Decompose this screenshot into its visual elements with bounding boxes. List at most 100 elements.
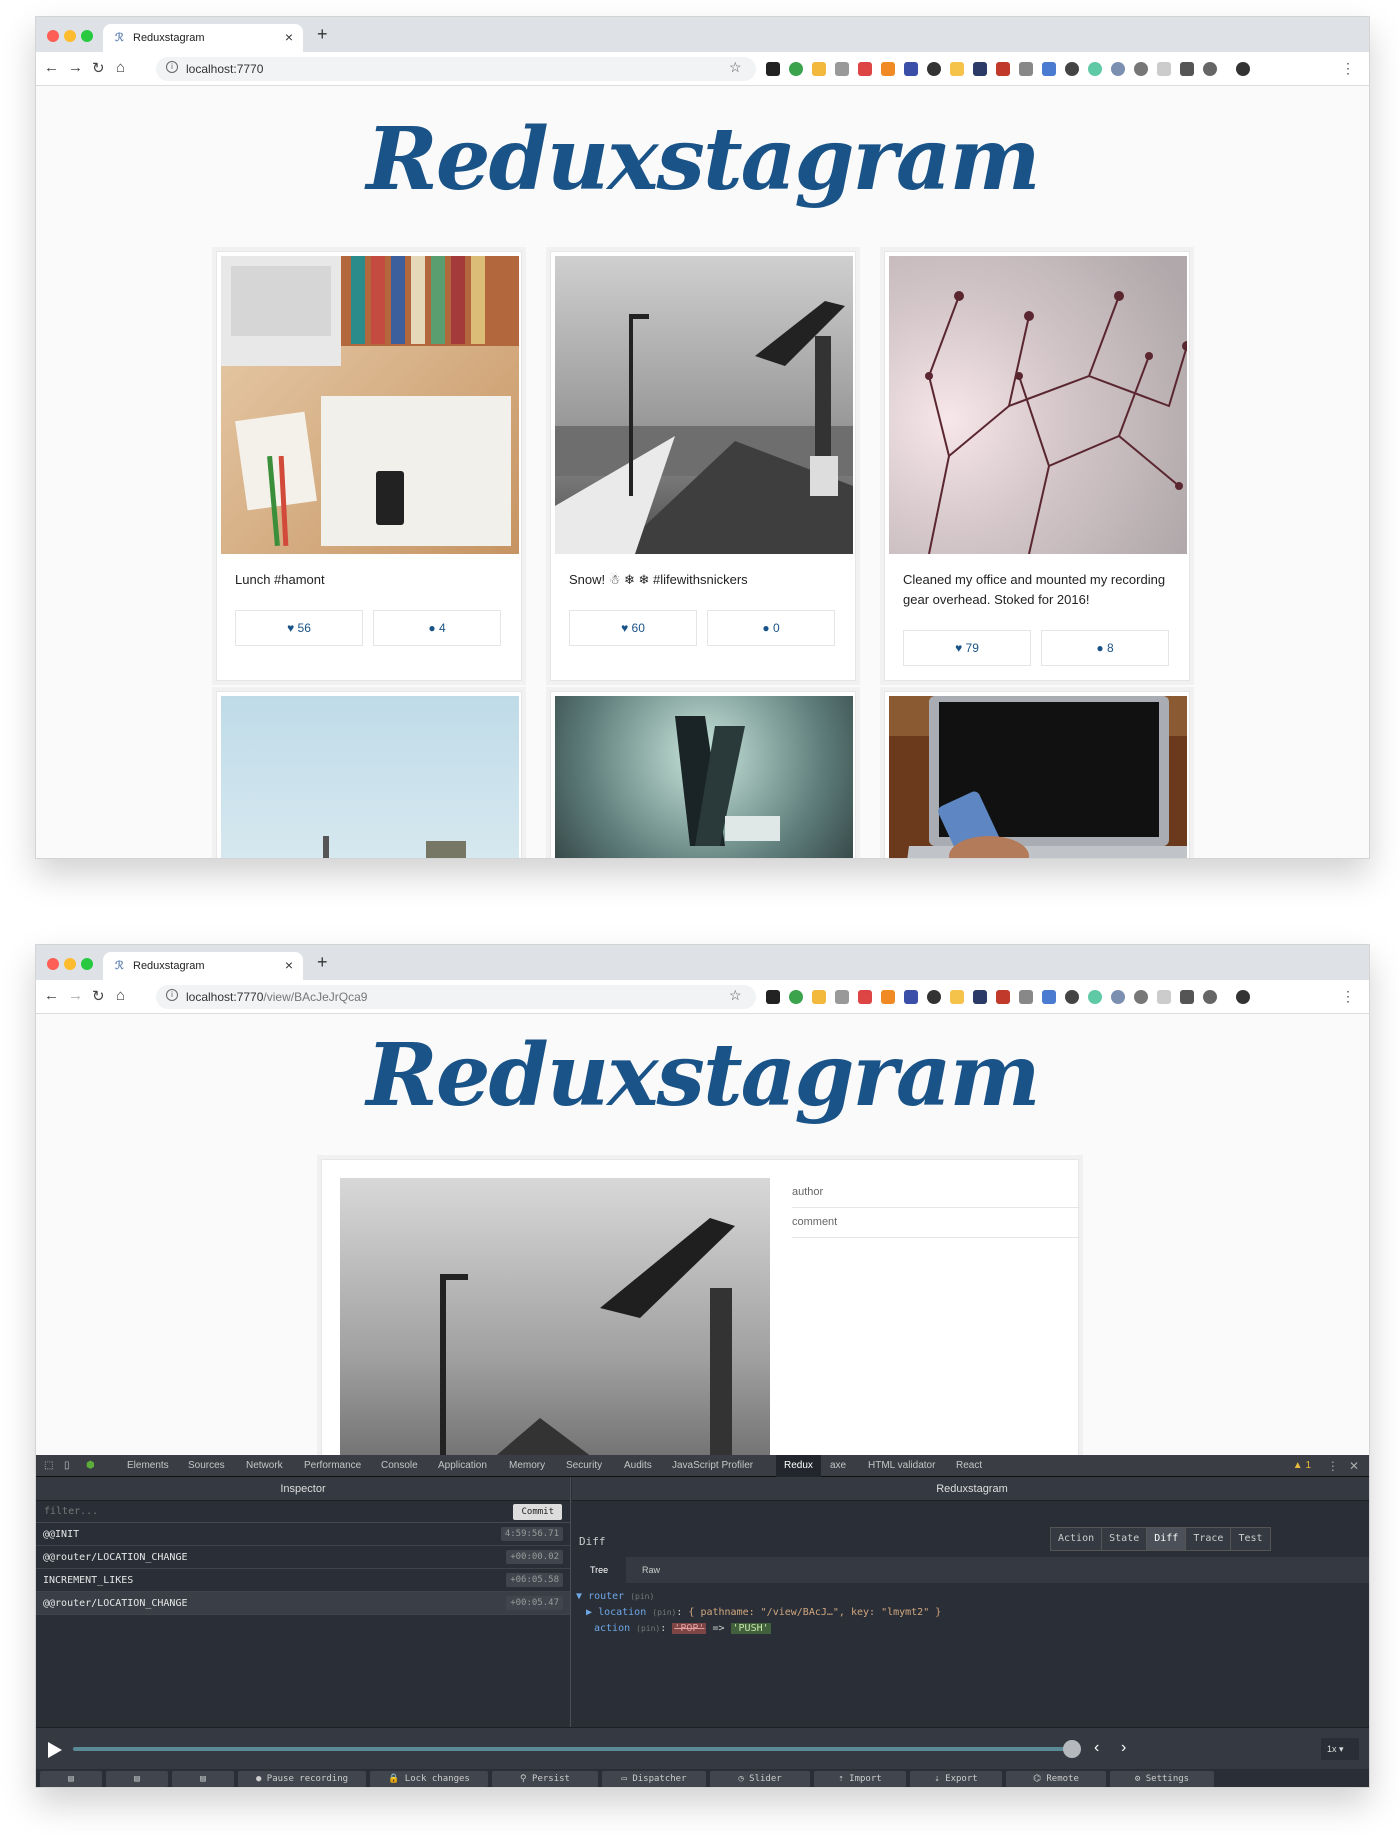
like-button[interactable]: ♥ 60 <box>569 610 697 646</box>
zoom-window-button[interactable] <box>81 958 93 970</box>
extension-icon[interactable] <box>1157 62 1171 76</box>
step-forward-icon[interactable]: › <box>1121 1739 1126 1757</box>
play-icon[interactable] <box>48 1742 62 1758</box>
tab-axe[interactable]: axe <box>830 1460 846 1471</box>
extension-icon[interactable] <box>1019 62 1033 76</box>
close-window-button[interactable] <box>47 958 59 970</box>
slider-handle[interactable] <box>1063 1740 1081 1758</box>
tab-html-validator[interactable]: HTML validator <box>868 1460 935 1471</box>
monitor-tab-trace[interactable]: Trace <box>1186 1528 1232 1550</box>
action-list-item-selected[interactable]: @@router/LOCATION_CHANGE +00:05.47 <box>36 1592 570 1615</box>
like-button[interactable]: ♥ 79 <box>903 630 1031 666</box>
browser-tab[interactable]: ℛ Reduxstagram × <box>103 952 303 980</box>
lock-changes-button[interactable]: 🔒 Lock changes <box>370 1771 488 1787</box>
home-icon[interactable]: ⌂ <box>116 59 125 76</box>
address-bar[interactable]: i localhost:7770/view/BAcJeJrQca9 <box>156 985 756 1009</box>
extension-icon[interactable] <box>1111 62 1125 76</box>
browser-menu-icon[interactable]: ⋮ <box>1341 988 1355 1005</box>
expand-arrow-icon[interactable]: ▶ <box>586 1607 592 1618</box>
extension-icon[interactable] <box>1157 990 1171 1004</box>
reload-icon[interactable]: ↻ <box>92 987 105 1005</box>
tab-security[interactable]: Security <box>566 1460 602 1471</box>
back-icon[interactable]: ← <box>44 59 59 76</box>
node-icon[interactable]: ⬢ <box>86 1460 95 1471</box>
extension-icon[interactable] <box>858 62 872 76</box>
tab-console[interactable]: Console <box>381 1460 418 1471</box>
browser-tab[interactable]: ℛ Reduxstagram × <box>103 24 303 52</box>
close-tab-icon[interactable]: × <box>285 957 293 973</box>
import-button[interactable]: ⇡ Import <box>814 1771 906 1787</box>
profile-avatar[interactable] <box>1236 62 1250 76</box>
monitor-tab-state[interactable]: State <box>1102 1528 1148 1550</box>
extension-icon[interactable] <box>881 62 895 76</box>
layout-left-button[interactable]: ▤ <box>40 1771 102 1787</box>
post-photo[interactable] <box>555 256 853 554</box>
extension-icon[interactable] <box>1134 62 1148 76</box>
extension-icon[interactable] <box>1203 62 1217 76</box>
site-logo[interactable]: Reduxstagram <box>36 109 1369 210</box>
extension-icon[interactable] <box>1065 990 1079 1004</box>
close-tab-icon[interactable]: × <box>285 29 293 45</box>
extension-icon[interactable] <box>1088 990 1102 1004</box>
forward-icon[interactable]: → <box>68 59 83 76</box>
inspect-element-icon[interactable]: ⬚ <box>44 1460 53 1471</box>
device-toolbar-icon[interactable]: ▯ <box>64 1460 70 1471</box>
tab-audits[interactable]: Audits <box>624 1460 652 1471</box>
forward-icon[interactable]: → <box>68 987 83 1004</box>
monitor-tab-diff[interactable]: Diff <box>1147 1528 1187 1550</box>
extension-icon[interactable] <box>904 62 918 76</box>
address-bar[interactable]: i localhost:7770 <box>156 57 756 81</box>
action-filter-input[interactable]: filter... <box>44 1506 98 1517</box>
home-icon[interactable]: ⌂ <box>116 987 125 1004</box>
tree-node-router[interactable]: ▼ router (pin) <box>576 1589 941 1605</box>
close-devtools-icon[interactable]: ✕ <box>1349 1459 1359 1473</box>
extension-icon[interactable] <box>766 62 780 76</box>
extension-icon[interactable] <box>1065 62 1079 76</box>
bookmark-star-icon[interactable]: ☆ <box>729 59 742 76</box>
persist-button[interactable]: ⚲ Persist <box>492 1771 598 1787</box>
new-tab-button[interactable]: + <box>317 24 328 45</box>
extension-icon[interactable] <box>812 990 826 1004</box>
tab-redux[interactable]: Redux <box>776 1455 821 1477</box>
site-logo[interactable]: Reduxstagram <box>36 1025 1369 1126</box>
speed-select[interactable]: 1x ▾ <box>1321 1738 1359 1760</box>
slider-button[interactable]: ◷ Slider <box>710 1771 810 1787</box>
info-icon[interactable]: i <box>166 989 178 1001</box>
post-photo[interactable] <box>555 696 853 858</box>
pause-recording-button[interactable]: ● Pause recording <box>238 1771 366 1787</box>
browser-menu-icon[interactable]: ⋮ <box>1341 60 1355 77</box>
comment-author-field[interactable]: author <box>792 1178 1080 1208</box>
extension-icon[interactable] <box>996 990 1010 1004</box>
extension-icon[interactable] <box>950 990 964 1004</box>
tab-performance[interactable]: Performance <box>304 1460 361 1471</box>
extension-icon[interactable] <box>973 990 987 1004</box>
like-button[interactable]: ♥ 56 <box>235 610 363 646</box>
step-back-icon[interactable]: ‹ <box>1094 1739 1099 1757</box>
expand-arrow-icon[interactable]: ▼ <box>576 1591 582 1602</box>
more-icon[interactable]: ⋮ <box>1327 1459 1339 1473</box>
extension-icon[interactable] <box>858 990 872 1004</box>
back-icon[interactable]: ← <box>44 987 59 1004</box>
extension-icon[interactable] <box>1180 62 1194 76</box>
slider-track[interactable] <box>73 1747 1073 1751</box>
inspector-header[interactable]: Inspector <box>36 1477 570 1501</box>
post-photo[interactable] <box>221 256 519 554</box>
extension-icon[interactable] <box>766 990 780 1004</box>
comments-button[interactable]: ● 0 <box>707 610 835 646</box>
tab-javascript-profiler[interactable]: JavaScript Profiler <box>672 1460 753 1471</box>
comment-text-field[interactable]: comment <box>792 1208 1080 1238</box>
extension-icon[interactable] <box>1180 990 1194 1004</box>
extension-icon[interactable] <box>973 62 987 76</box>
export-button[interactable]: ⇣ Export <box>910 1771 1002 1787</box>
post-photo[interactable] <box>340 1178 770 1478</box>
commit-button[interactable]: Commit <box>513 1504 562 1520</box>
extension-icon[interactable] <box>1088 62 1102 76</box>
action-list-item[interactable]: @@router/LOCATION_CHANGE +00:00.02 <box>36 1546 570 1569</box>
close-window-button[interactable] <box>47 30 59 42</box>
layout-right-button[interactable]: ▤ <box>106 1771 168 1787</box>
new-tab-button[interactable]: + <box>317 952 328 973</box>
tab-elements[interactable]: Elements <box>127 1460 169 1471</box>
minimize-window-button[interactable] <box>64 30 76 42</box>
extension-icon[interactable] <box>881 990 895 1004</box>
extension-icon[interactable] <box>835 62 849 76</box>
